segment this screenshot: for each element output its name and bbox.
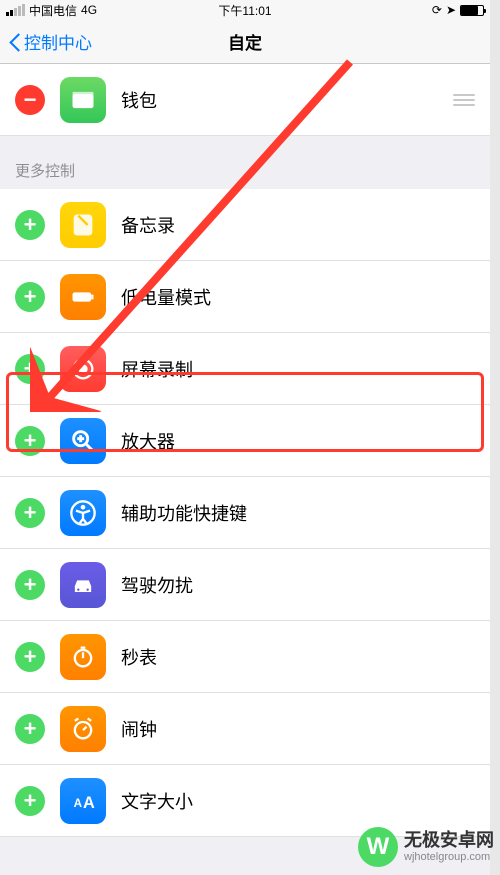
car-icon bbox=[60, 562, 106, 608]
chevron-left-icon bbox=[8, 32, 20, 52]
row-label: 驾驶勿扰 bbox=[121, 572, 193, 598]
more-row-alarm[interactable]: + 闹钟 bbox=[0, 693, 490, 765]
row-label: 辅助功能快捷键 bbox=[121, 500, 247, 526]
add-button[interactable]: + bbox=[15, 570, 45, 600]
row-label: 闹钟 bbox=[121, 716, 157, 742]
rotation-lock-icon: ⟳ bbox=[432, 3, 442, 17]
annotation-arrow-icon bbox=[30, 52, 370, 412]
add-button[interactable]: + bbox=[15, 642, 45, 672]
signal-icon bbox=[6, 4, 25, 16]
row-label: 秒表 bbox=[121, 644, 157, 670]
row-label: 文字大小 bbox=[121, 788, 193, 814]
row-label: 放大器 bbox=[121, 428, 175, 454]
alarm-icon bbox=[60, 706, 106, 752]
more-row-stopwatch[interactable]: + 秒表 bbox=[0, 621, 490, 693]
add-button[interactable]: + bbox=[15, 426, 45, 456]
textsize-icon: AA bbox=[60, 778, 106, 824]
watermark: W 无极安卓网 wjhotelgroup.com bbox=[358, 827, 494, 867]
accessibility-icon bbox=[60, 490, 106, 536]
svg-text:A: A bbox=[74, 796, 83, 809]
more-row-dnd[interactable]: + 驾驶勿扰 bbox=[0, 549, 490, 621]
page-title: 自定 bbox=[228, 29, 262, 54]
battery-icon bbox=[460, 5, 484, 16]
watermark-url: wjhotelgroup.com bbox=[404, 851, 494, 863]
network-label: 4G bbox=[81, 3, 97, 17]
more-row-accessibility[interactable]: + 辅助功能快捷键 bbox=[0, 477, 490, 549]
magnifier-icon bbox=[60, 418, 106, 464]
status-bar: 中国电信 4G 下午11:01 ⟳ ➤ bbox=[0, 0, 490, 20]
watermark-logo-icon: W bbox=[358, 827, 398, 867]
more-row-magnifier[interactable]: + 放大器 bbox=[0, 405, 490, 477]
watermark-brand: 无极安卓网 bbox=[404, 831, 494, 851]
clock-label: 下午11:01 bbox=[218, 2, 271, 19]
back-button[interactable]: 控制中心 bbox=[0, 29, 92, 54]
back-label: 控制中心 bbox=[24, 29, 92, 54]
stopwatch-icon bbox=[60, 634, 106, 680]
carrier-label: 中国电信 bbox=[29, 2, 77, 19]
add-button[interactable]: + bbox=[15, 786, 45, 816]
side-strip bbox=[490, 0, 500, 875]
drag-handle-icon[interactable] bbox=[453, 94, 475, 106]
location-icon: ➤ bbox=[446, 3, 456, 17]
add-button[interactable]: + bbox=[15, 498, 45, 528]
svg-text:A: A bbox=[83, 794, 95, 812]
add-button[interactable]: + bbox=[15, 714, 45, 744]
